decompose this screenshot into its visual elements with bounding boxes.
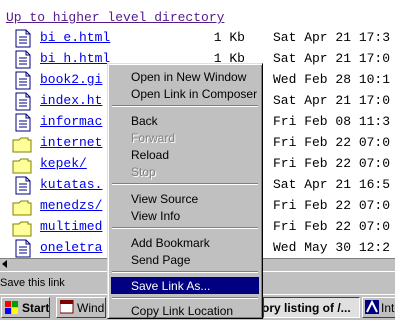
context-menu: Open in New Window Open Link in Composer B…: [107, 63, 263, 319]
folder-icon: [12, 158, 32, 174]
table-row: bi e.html 1 Kb Sat Apr 21 17:3: [0, 28, 395, 49]
file-icon[interactable]: [15, 92, 31, 111]
netscape-icon: [365, 300, 379, 314]
menu-item-copy-link-location[interactable]: Copy Link Location: [111, 302, 259, 319]
menu-item-save-link-as[interactable]: Save Link As...: [111, 277, 259, 294]
file-icon[interactable]: [15, 113, 31, 132]
menu-item-label: Reload: [131, 148, 170, 162]
file-date: Fri Feb 08 11:3: [273, 114, 391, 129]
menu-item-view-info[interactable]: View Info: [111, 207, 259, 224]
menu-item-back[interactable]: Back: [111, 112, 259, 129]
taskbar-listing-label: ory listing of /...: [263, 301, 351, 315]
taskbar-windows-label: Windo: [77, 301, 105, 315]
windows-logo-icon: [5, 301, 18, 314]
file-date: Sat Apr 21 17:3: [273, 30, 391, 45]
scroll-left-arrow-icon[interactable]: [2, 260, 7, 268]
menu-item-view-source[interactable]: View Source: [111, 190, 259, 207]
menu-item-forward: Forward: [111, 129, 259, 146]
menu-separator: [112, 297, 258, 299]
folder-icon[interactable]: [12, 220, 32, 239]
file-date: Fri Feb 22 07:0: [273, 219, 391, 234]
file-date: Fri Feb 22 07:0: [273, 198, 391, 213]
file-icon: [15, 239, 31, 258]
file-icon: [15, 92, 31, 111]
taskbar-windows-button[interactable]: Windo: [56, 297, 106, 318]
file-link[interactable]: oneletra: [40, 240, 102, 255]
window-app-icon: [60, 300, 74, 314]
menu-item-label: Send Page: [131, 253, 191, 267]
menu-item-send-page[interactable]: Send Page: [111, 251, 259, 268]
file-icon[interactable]: [15, 29, 31, 48]
folder-icon: [12, 200, 32, 216]
file-link[interactable]: informac: [40, 114, 102, 129]
file-icon: [15, 50, 31, 69]
file-link[interactable]: index.ht: [40, 93, 102, 108]
folder-icon[interactable]: [12, 199, 32, 218]
folder-icon[interactable]: [12, 157, 32, 176]
taskbar-directory-listing-button[interactable]: ory listing of /...: [263, 297, 360, 318]
file-date: Sat Apr 21 17:0: [273, 51, 391, 66]
file-date: Sat Apr 21 17:0: [273, 93, 391, 108]
menu-item-label: View Source: [131, 192, 199, 206]
file-icon[interactable]: [15, 239, 31, 258]
menu-item-label: Open in New Window: [131, 70, 247, 84]
menu-item-open-in-composer[interactable]: Open Link in Composer: [111, 85, 259, 102]
file-link[interactable]: multimed: [40, 219, 102, 234]
file-icon: [15, 29, 31, 48]
file-link[interactable]: bi e.html: [40, 30, 110, 45]
menu-item-label: Open Link in Composer: [131, 87, 258, 101]
file-date: Wed May 30 12:2: [273, 240, 391, 255]
menu-separator: [112, 105, 258, 107]
file-link[interactable]: bi h.html: [40, 51, 110, 66]
menu-item-label: Back: [131, 114, 158, 128]
menu-item-label: Save Link As...: [131, 279, 211, 293]
folder-icon: [12, 221, 32, 237]
file-date: Fri Feb 22 07:0: [273, 156, 391, 171]
file-icon: [15, 176, 31, 195]
menu-separator: [112, 183, 258, 185]
menu-item-reload[interactable]: Reload: [111, 146, 259, 163]
file-size: 1 Kb: [213, 30, 245, 45]
file-link[interactable]: kutatas.: [40, 177, 102, 192]
start-button[interactable]: Start: [1, 297, 50, 318]
menu-item-label: Copy Link Location: [131, 304, 234, 318]
menu-item-label: View Info: [131, 209, 181, 223]
start-label: Start: [22, 301, 50, 315]
file-link[interactable]: kepek/: [40, 156, 87, 171]
file-icon[interactable]: [15, 50, 31, 69]
menu-separator: [112, 227, 258, 229]
file-date: Wed Feb 28 10:1: [273, 72, 391, 87]
file-link[interactable]: internet: [40, 135, 102, 150]
file-icon: [15, 113, 31, 132]
file-date: Fri Feb 22 07:0: [273, 135, 391, 150]
status-text: Save this link: [0, 277, 65, 289]
file-icon[interactable]: [15, 71, 31, 90]
file-icon[interactable]: [15, 176, 31, 195]
file-link[interactable]: book2.gi: [40, 72, 102, 87]
file-link[interactable]: menedzs/: [40, 198, 102, 213]
file-date: Sat Apr 21 16:5: [273, 177, 391, 192]
menu-separator: [112, 271, 258, 273]
folder-icon[interactable]: [12, 136, 32, 155]
folder-icon: [12, 137, 32, 153]
menu-item-stop: Stop: [111, 163, 259, 180]
up-directory-link[interactable]: Up to higher level directory: [6, 10, 224, 25]
menu-item-label: Forward: [131, 131, 176, 145]
menu-item-label: Add Bookmark: [131, 236, 210, 250]
menu-item-add-bookmark[interactable]: Add Bookmark: [111, 234, 259, 251]
file-icon: [15, 71, 31, 90]
taskbar-internet-label: Inte: [381, 301, 395, 315]
taskbar-internet-button[interactable]: Inte: [362, 297, 395, 318]
menu-item-label: Stop: [131, 165, 156, 179]
menu-item-open-new-window[interactable]: Open in New Window: [111, 68, 259, 85]
